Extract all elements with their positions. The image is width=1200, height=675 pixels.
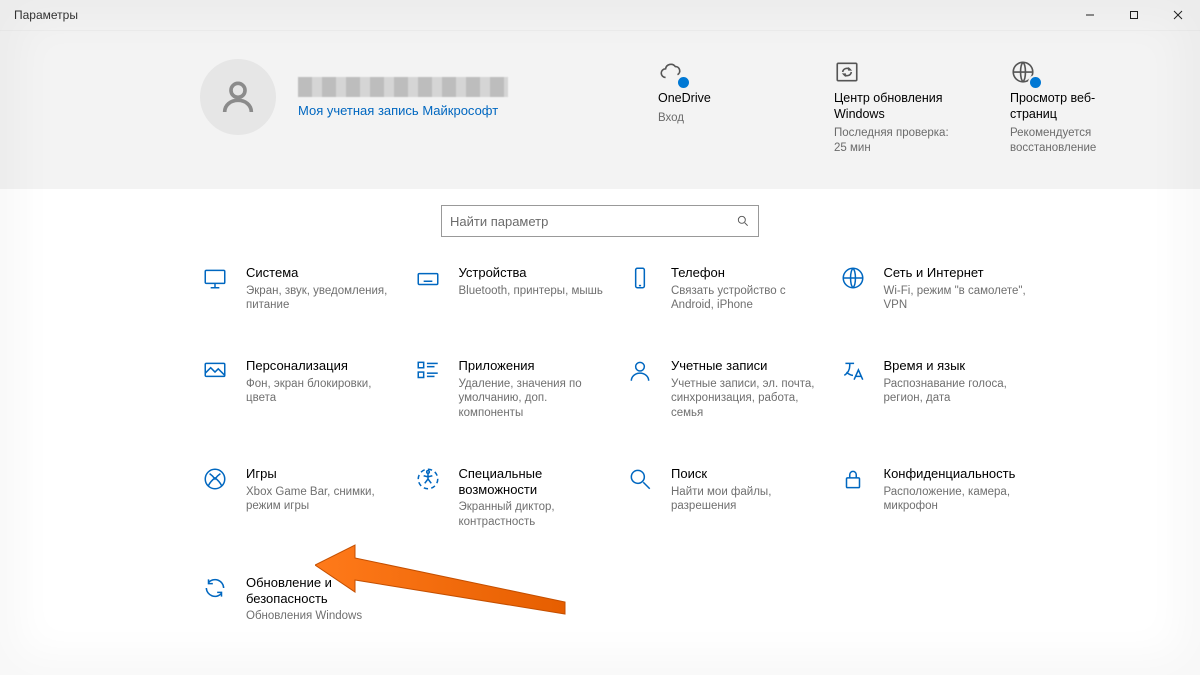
account-block: Моя учетная запись Майкрософт [200,59,508,135]
search-input[interactable]: Найти параметр [441,205,759,237]
cat-privacy[interactable]: Конфиденциальность Расположение, камера, … [838,466,1031,529]
cat-title: Сеть и Интернет [884,265,1031,281]
tile-onedrive[interactable]: OneDrive Вход [658,59,788,155]
header-panel: Моя учетная запись Майкрософт OneDrive В… [0,31,1200,189]
cat-desc: Учетные записи, эл. почта, синхронизация… [671,377,818,420]
cat-desc: Найти мои файлы, разрешения [671,485,818,514]
window-title: Параметры [14,8,78,22]
cat-search[interactable]: Поиск Найти мои файлы, разрешения [625,466,818,529]
cat-time-language[interactable]: Время и язык Распознавание голоса, регион… [838,358,1031,420]
display-icon [200,265,230,295]
cat-system[interactable]: Система Экран, звук, уведомления, питание [200,265,393,312]
globe-icon [1010,59,1140,87]
cloud-icon [658,59,788,87]
cat-title: Игры [246,466,393,482]
language-icon [838,358,868,388]
cat-desc: Фон, экран блокировки, цвета [246,377,393,406]
cat-desc: Wi-Fi, режим "в самолете", VPN [884,284,1031,313]
cat-desc: Связать устройство с Android, iPhone [671,284,818,313]
cat-accounts[interactable]: Учетные записи Учетные записи, эл. почта,… [625,358,818,420]
phone-icon [625,265,655,295]
tile-title: OneDrive [658,91,788,107]
search-icon [625,466,655,496]
tile-title: Просмотр веб-страниц [1010,91,1140,122]
cat-title: Время и язык [884,358,1031,374]
search-placeholder: Найти параметр [450,214,548,229]
cat-desc: Распознавание голоса, регион, дата [884,377,1031,406]
cat-title: Устройства [459,265,603,281]
cat-title: Персонализация [246,358,393,374]
tile-windows-update[interactable]: Центр обновления Windows Последняя прове… [834,59,964,155]
cat-desc: Экран, звук, уведомления, питание [246,284,393,313]
tile-sub: Рекомендуется восстановление [1010,126,1140,155]
person-icon [625,358,655,388]
tile-title: Центр обновления Windows [834,91,964,122]
cat-title: Система [246,265,393,281]
cat-phone[interactable]: Телефон Связать устройство с Android, iPh… [625,265,818,312]
cat-title: Учетные записи [671,358,818,374]
ms-account-link[interactable]: Моя учетная запись Майкрософт [298,103,508,118]
cat-title: Специальные возможности [459,466,606,497]
update-icon [834,59,964,87]
sync-icon [200,575,230,605]
minimize-button[interactable] [1068,0,1112,30]
cat-desc: Обновления Windows [246,609,393,623]
cat-network[interactable]: Сеть и Интернет Wi-Fi, режим "в самолете"… [838,265,1031,312]
cat-update-security[interactable]: Обновление и безопасность Обновления Wind… [200,575,393,624]
cat-apps[interactable]: Приложения Удаление, значения по умолчани… [413,358,606,420]
brush-icon [200,358,230,388]
apps-list-icon [413,358,443,388]
tile-sub: Последняя проверка: 25 мин [834,126,964,155]
cat-desc: Удаление, значения по умолчанию, доп. ко… [459,377,606,420]
avatar [200,59,276,135]
close-button[interactable] [1156,0,1200,30]
cat-personalization[interactable]: Персонализация Фон, экран блокировки, цве… [200,358,393,420]
cat-title: Обновление и безопасность [246,575,393,606]
cat-title: Телефон [671,265,818,281]
cat-desc: Xbox Game Bar, снимки, режим игры [246,485,393,514]
cat-title: Конфиденциальность [884,466,1031,482]
cat-ease-of-access[interactable]: Специальные возможности Экранный диктор, … [413,466,606,529]
cat-title: Приложения [459,358,606,374]
maximize-button[interactable] [1112,0,1156,30]
cat-devices[interactable]: Устройства Bluetooth, принтеры, мышь [413,265,606,312]
globe-icon [838,265,868,295]
cat-desc: Bluetooth, принтеры, мышь [459,284,603,298]
cat-desc: Расположение, камера, микрофон [884,485,1031,514]
account-name-redacted [298,77,508,97]
cat-title: Поиск [671,466,818,482]
window-controls [1068,0,1200,30]
search-icon [736,214,750,228]
lock-icon [838,466,868,496]
tile-web-browsing[interactable]: Просмотр веб-страниц Рекомендуется восст… [1010,59,1140,155]
cat-desc: Экранный диктор, контрастность [459,500,606,529]
titlebar: Параметры [0,0,1200,31]
tile-sub: Вход [658,111,788,125]
cat-gaming[interactable]: Игры Xbox Game Bar, снимки, режим игры [200,466,393,529]
accessibility-icon [413,466,443,496]
keyboard-icon [413,265,443,295]
settings-grid: Система Экран, звук, уведомления, питание… [0,255,1200,624]
xbox-icon [200,466,230,496]
